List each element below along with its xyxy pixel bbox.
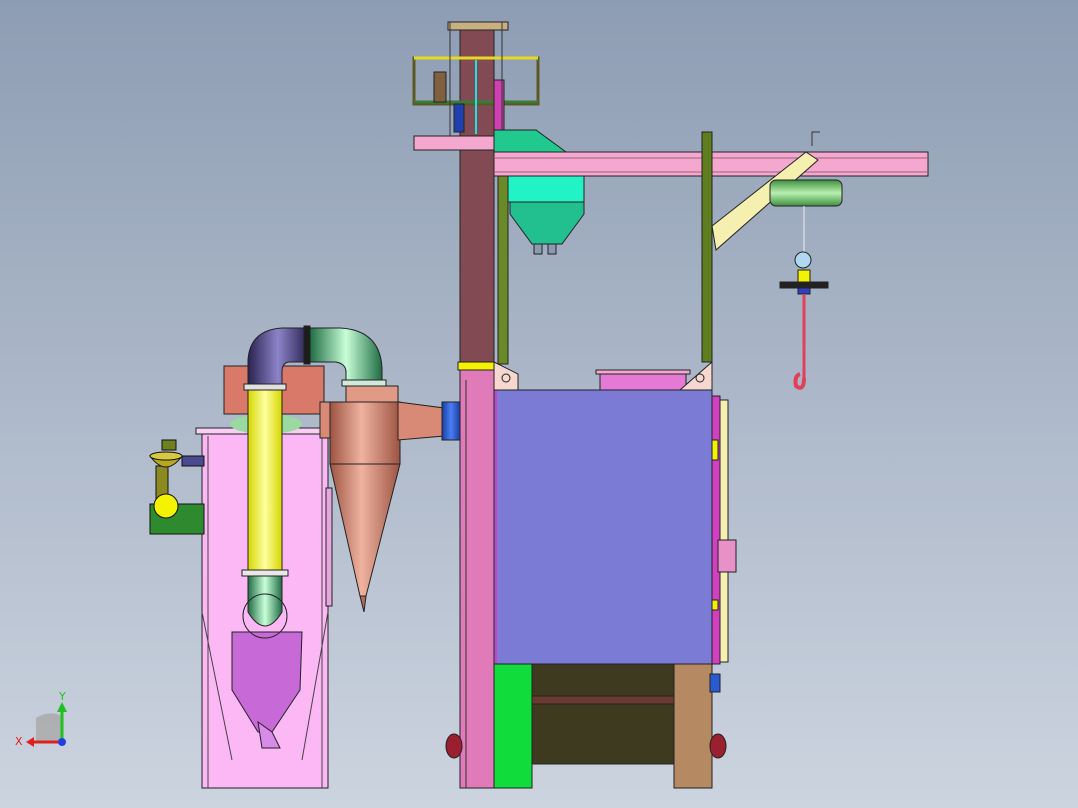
support-post-left — [497, 175, 509, 365]
wheel-left — [445, 733, 463, 759]
base-frame — [531, 663, 675, 765]
valve-top — [161, 439, 177, 451]
cyclone-top — [345, 385, 399, 403]
base-leg-brown — [673, 663, 713, 789]
electric-hoist[interactable] — [769, 179, 843, 390]
cyclone-separator[interactable] — [319, 385, 461, 613]
cabinet-roof-box — [599, 371, 687, 391]
door-handle[interactable] — [717, 539, 737, 573]
cyclone-body — [329, 401, 401, 465]
sprocket — [433, 71, 447, 103]
hopper-body — [509, 201, 585, 245]
valve-body — [153, 493, 179, 519]
pulse-valve-assembly[interactable] — [149, 439, 205, 535]
cyclone-inlet-flange — [341, 379, 387, 387]
x-axis-label: X — [15, 735, 23, 748]
machine-model-view[interactable]: Y X — [0, 0, 1078, 808]
elbow-joint — [303, 325, 311, 365]
cyclone-outlet-duct — [397, 401, 445, 441]
cad-viewport[interactable]: Y X — [0, 0, 1078, 808]
pipe-flange — [241, 569, 289, 577]
hook-swivel — [797, 287, 811, 295]
hoist-motor — [769, 179, 843, 207]
triad-plane — [36, 713, 62, 742]
column-band — [457, 361, 495, 371]
cyclone-tip — [359, 595, 367, 613]
motor-small — [453, 103, 465, 133]
cabinet-body — [493, 389, 713, 665]
hopper-outlet-right — [547, 243, 557, 255]
hopper-outlet-left — [533, 243, 543, 255]
hook-bar — [779, 281, 829, 289]
cyclone-cone — [329, 463, 401, 597]
support-post-right — [701, 131, 713, 363]
shot-hopper[interactable] — [499, 175, 585, 255]
door-hinge-side — [711, 395, 721, 665]
column-cap — [447, 21, 509, 31]
hopper-top — [499, 175, 585, 203]
axis-triad: Y X — [15, 690, 67, 748]
y-axis-label: Y — [58, 690, 66, 703]
pulley — [794, 251, 812, 269]
rail-stop — [811, 131, 820, 146]
side-door — [325, 487, 333, 607]
chute — [493, 129, 568, 153]
hook-block — [797, 269, 811, 283]
door-latch — [711, 599, 719, 611]
base-rail — [531, 695, 675, 705]
door-edge — [719, 399, 729, 663]
wheel-right — [709, 733, 727, 759]
yellow-riser-pipe — [247, 387, 283, 575]
base-bracket — [709, 673, 721, 693]
y-axis-arrowhead — [57, 702, 67, 712]
lower-elbow — [247, 575, 283, 627]
base-leg-green — [493, 663, 533, 789]
x-axis-arrowhead — [26, 737, 34, 747]
elbow-flange — [243, 383, 287, 391]
z-axis-dot — [58, 738, 66, 746]
gusset-left — [493, 361, 519, 391]
roof-lid — [595, 369, 691, 375]
valve-rim — [149, 451, 183, 461]
valve-pipe — [181, 455, 205, 467]
cabinet-front-frame — [459, 369, 495, 789]
door-latch — [711, 439, 719, 461]
duct-connector — [441, 401, 461, 441]
